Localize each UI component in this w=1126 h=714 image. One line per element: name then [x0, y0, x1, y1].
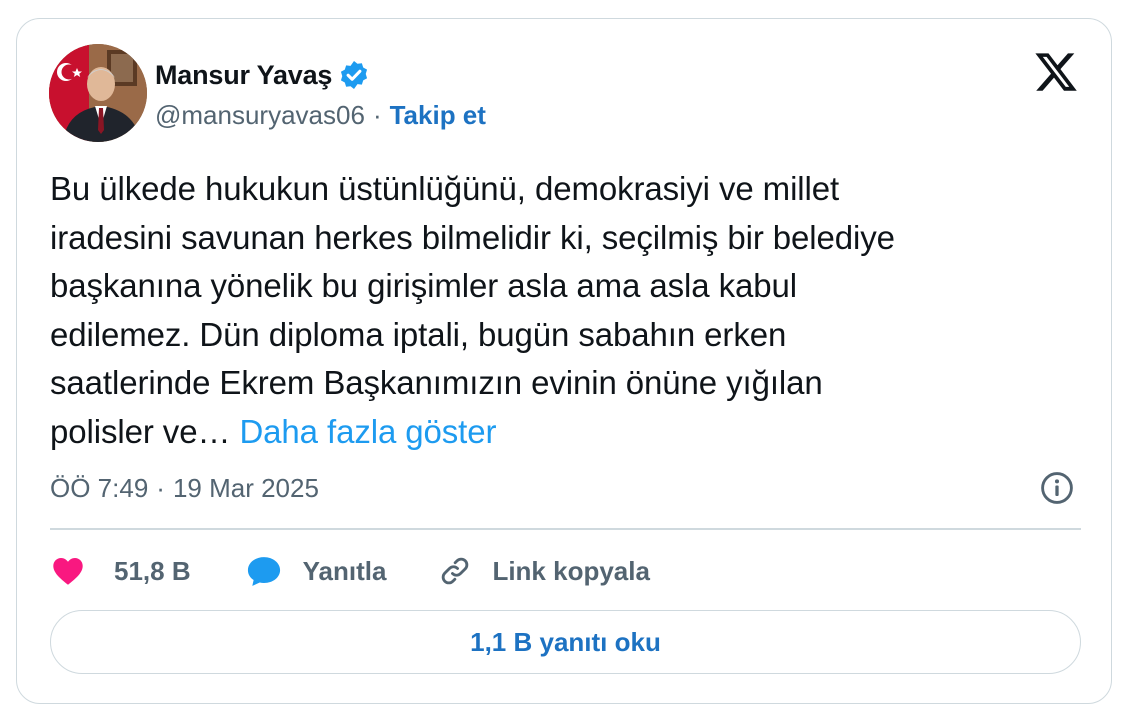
x-logo-icon[interactable] [1033, 49, 1079, 95]
tweet-text-line: saatlerinde Ekrem Başkanımızın evinin ön… [50, 364, 823, 401]
tweet-text-line: başkanına yönelik bu girişimler asla ama… [50, 267, 797, 304]
tweet-date[interactable]: 19 Mar 2025 [173, 473, 319, 504]
handle-separator: · [372, 99, 382, 130]
read-replies-button[interactable]: 1,1 B yanıtı oku [50, 610, 1081, 674]
reply-label: Yanıtla [302, 555, 387, 586]
author-name-row: Mansur Yavaş [155, 57, 370, 93]
tweet-meta: ÖÖ 7:49 · 19 Mar 2025 [50, 469, 319, 507]
speech-bubble-icon [247, 557, 280, 586]
link-icon [442, 557, 469, 585]
copy-link-label: Link kopyala [492, 555, 650, 586]
tweet-text-last-line: polisler ve… Daha fazla göster [50, 408, 1090, 457]
author-handle[interactable]: @mansuryavas06 [155, 100, 365, 131]
verified-badge-icon [341, 61, 368, 89]
divider [50, 528, 1081, 530]
avatar[interactable] [49, 44, 147, 142]
info-icon[interactable] [1039, 470, 1075, 506]
tweet-actions: 51,8 B Yanıtla Link kopyala [50, 547, 650, 595]
copy-link-button[interactable]: Link kopyala [438, 554, 650, 588]
tweet-text: Bu ülkede hukukun üstünlüğünü, demokrasi… [50, 165, 1090, 456]
meta-separator: · [156, 472, 165, 503]
avatar-image [49, 44, 147, 142]
tweet-text-line: Bu ülkede hukukun üstünlüğünü, demokrasi… [50, 170, 840, 207]
tweet-text-line: iradesini savunan herkes bilmelidir ki, … [50, 218, 895, 256]
like-count: 51,8 B [114, 555, 191, 586]
show-more-link[interactable]: Daha fazla göster [239, 413, 496, 450]
tweet-card: Mansur Yavaş @mansuryavas06 · Takip et B… [16, 18, 1112, 704]
like-button[interactable]: 51,8 B [50, 553, 191, 589]
follow-button[interactable]: Takip et [390, 100, 486, 131]
tweet-text-line: edilemez. Dün diploma iptali, bugün saba… [50, 315, 787, 353]
heart-icon [53, 557, 83, 585]
author-name[interactable]: Mansur Yavaş [155, 60, 332, 91]
tweet-text-line: polisler ve… [50, 412, 240, 450]
author-handle-row: @mansuryavas06 · Takip et [155, 97, 486, 133]
reply-button[interactable]: Yanıtla [245, 553, 387, 589]
tweet-time[interactable]: ÖÖ 7:49 [50, 473, 148, 504]
